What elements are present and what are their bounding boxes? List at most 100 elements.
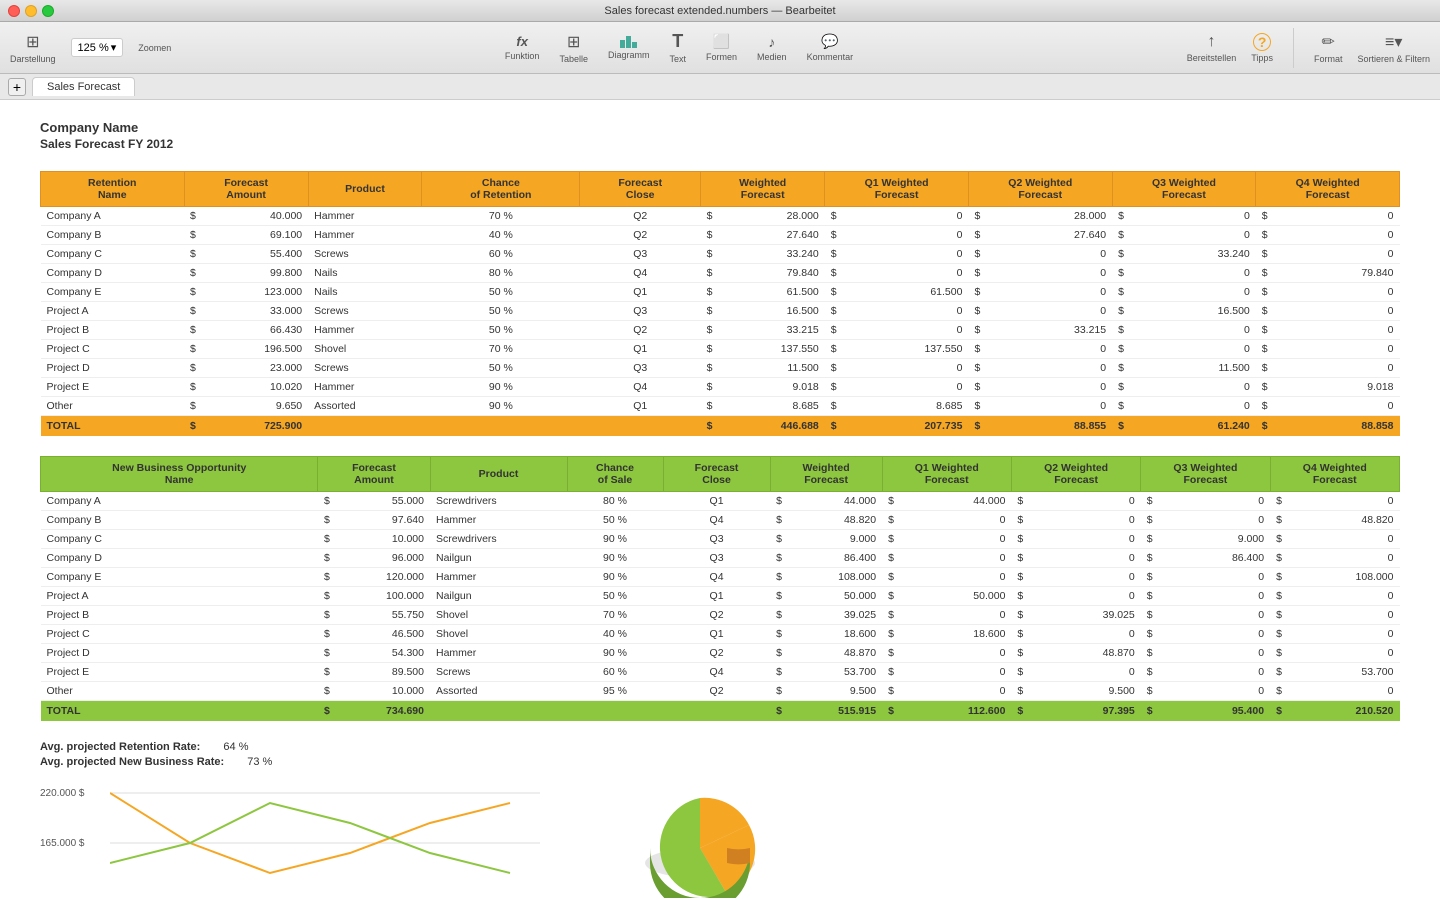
close-button[interactable]: [8, 5, 20, 17]
cell-chance: 90 %: [567, 549, 663, 568]
cell-dollar: $: [184, 264, 202, 283]
toolbar-text[interactable]: T Text: [670, 31, 687, 64]
cell-q4-dollar: $: [1270, 530, 1288, 549]
cell-q2-dollar: $: [968, 302, 986, 321]
col-q2-weighted: Q2 WeightedForecast: [968, 172, 1112, 207]
sortieren-label: Sortieren & Filtern: [1357, 54, 1430, 64]
toolbar-darstellung[interactable]: ⊞ Darstellung: [10, 32, 56, 64]
cell-q1-dollar: $: [882, 682, 900, 701]
toolbar-tipps[interactable]: ? Tipps: [1251, 33, 1273, 63]
add-sheet-button[interactable]: +: [8, 78, 26, 96]
cell-name: Other: [41, 682, 318, 701]
cell-chance: 50 %: [422, 302, 580, 321]
cell-q2: 0: [986, 340, 1112, 359]
toolbar-right: ↑ Bereitstellen ? Tipps ✏ Format ≡▾ Sort…: [1187, 28, 1430, 68]
cell-q3: 0: [1159, 663, 1270, 682]
cell-name: Company E: [41, 568, 318, 587]
cell-close: Q3: [580, 359, 701, 378]
cell-q1: 0: [843, 302, 969, 321]
col-q4-weighted: Q4 WeightedForecast: [1256, 172, 1400, 207]
cell-product: Nails: [308, 283, 422, 302]
cell-q3-dollar: $: [1141, 587, 1159, 606]
cell-q1: 0: [900, 644, 1011, 663]
text-label: Text: [670, 54, 687, 64]
col-nb-product: Product: [430, 457, 567, 492]
cell-product: Screws: [430, 663, 567, 682]
new-business-rate-row: Avg. projected New Business Rate: 73 %: [40, 756, 1400, 768]
toolbar-formen[interactable]: ⬜ Formen: [706, 33, 737, 62]
toolbar-funktion[interactable]: fx Funktion: [505, 34, 540, 61]
cell-q2: 0: [986, 397, 1112, 416]
toolbar-medien[interactable]: ♪ Medien: [757, 34, 787, 62]
cell-name: Project E: [41, 663, 318, 682]
cell-q2: 0: [1029, 587, 1140, 606]
cell-q2-dollar: $: [1011, 587, 1029, 606]
toolbar-tabelle[interactable]: ⊞ Tabelle: [559, 32, 588, 64]
nb-total-empty2: [567, 701, 663, 722]
col-nb-q1: Q1 WeightedForecast: [882, 457, 1011, 492]
minimize-button[interactable]: [25, 5, 37, 17]
total-q4: 88.858: [1274, 416, 1400, 437]
cell-weighted: 137.550: [718, 340, 824, 359]
cell-close: Q4: [663, 663, 770, 682]
cell-weighted: 16.500: [718, 302, 824, 321]
retention-table-container: RetentionName ForecastAmount Product Cha…: [40, 171, 1400, 436]
cell-close: Q1: [580, 283, 701, 302]
cell-q4-dollar: $: [1270, 606, 1288, 625]
zoom-display[interactable]: 125 % ▾: [71, 38, 124, 57]
cell-wf-dollar: $: [770, 492, 788, 511]
cell-q4: 0: [1274, 359, 1400, 378]
col-nb-weighted: WeightedForecast: [770, 457, 882, 492]
toolbar-bereitstellen[interactable]: ↑ Bereitstellen: [1187, 33, 1237, 63]
toolbar-kommentar[interactable]: 💬 Kommentar: [807, 33, 854, 62]
toolbar-sortieren[interactable]: ≡▾ Sortieren & Filtern: [1357, 32, 1430, 64]
cell-q1-dollar: $: [882, 492, 900, 511]
cell-q2-dollar: $: [1011, 644, 1029, 663]
cell-q4: 79.840: [1274, 264, 1400, 283]
table-row: Company B $ 69.100 Hammer 40 % Q2 $ 27.6…: [41, 226, 1400, 245]
cell-close: Q1: [580, 340, 701, 359]
cell-dollar: $: [318, 492, 336, 511]
cell-product: Screws: [308, 245, 422, 264]
cell-close: Q1: [663, 625, 770, 644]
tab-sales-forecast[interactable]: Sales Forecast: [32, 77, 135, 96]
cell-q1-dollar: $: [825, 397, 843, 416]
text-icon: T: [672, 31, 683, 52]
cell-q1-dollar: $: [825, 378, 843, 397]
cell-amount: 10.000: [336, 530, 430, 549]
company-name: Company Name: [40, 120, 1400, 135]
cell-q3-dollar: $: [1112, 302, 1130, 321]
total-wf: 446.688: [718, 416, 824, 437]
zoom-arrow: ▾: [111, 41, 117, 54]
cell-close: Q3: [580, 302, 701, 321]
tabelle-icon: ⊞: [567, 32, 580, 52]
cell-q4-dollar: $: [1270, 682, 1288, 701]
cell-q1: 0: [843, 359, 969, 378]
cell-q2: 0: [1029, 549, 1140, 568]
cell-q4: 0: [1274, 302, 1400, 321]
cell-q1: 0: [900, 530, 1011, 549]
cell-product: Screwdrivers: [430, 492, 567, 511]
cell-name: Project C: [41, 625, 318, 644]
cell-dollar: $: [184, 397, 202, 416]
funktion-icon: fx: [516, 34, 528, 49]
toolbar-format[interactable]: ✏ Format: [1314, 32, 1343, 64]
pie-chart: [580, 783, 780, 900]
toolbar-diagramm[interactable]: Diagramm: [608, 36, 650, 60]
cell-q1-dollar: $: [882, 530, 900, 549]
cell-q4: 0: [1288, 530, 1400, 549]
cell-q2: 0: [986, 264, 1112, 283]
cell-close: Q1: [663, 587, 770, 606]
cell-close: Q4: [663, 511, 770, 530]
cell-q3: 0: [1159, 511, 1270, 530]
format-icon: ✏: [1322, 32, 1335, 52]
cell-dollar: $: [318, 606, 336, 625]
maximize-button[interactable]: [42, 5, 54, 17]
cell-weighted: 39.025: [788, 606, 882, 625]
cell-dollar: $: [184, 302, 202, 321]
cell-amount: 55.750: [336, 606, 430, 625]
cell-wf-dollar: $: [770, 682, 788, 701]
cell-q2-dollar: $: [968, 359, 986, 378]
cell-q4: 0: [1274, 226, 1400, 245]
cell-chance: 80 %: [422, 264, 580, 283]
